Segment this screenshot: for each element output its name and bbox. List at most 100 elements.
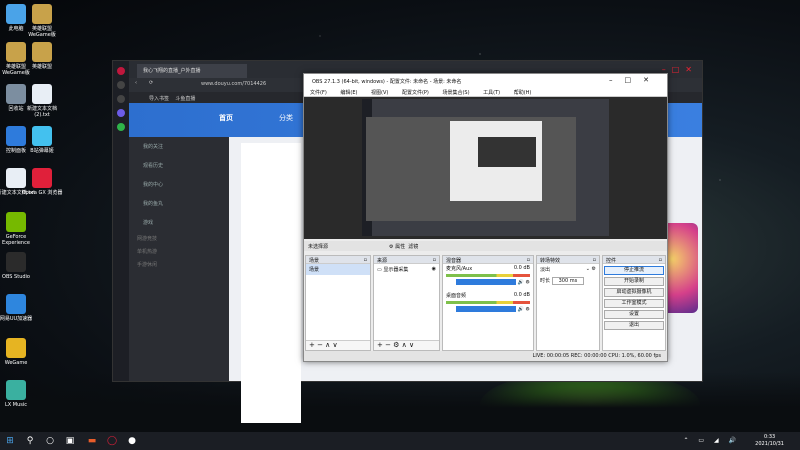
sources-toolbar[interactable]: + − ⚙ ∧ ∨ bbox=[374, 340, 439, 350]
gear-icon: ⚙ bbox=[389, 244, 394, 250]
bookmark-item[interactable]: 斗鱼直播 bbox=[175, 96, 195, 102]
obs-preview[interactable] bbox=[304, 97, 667, 239]
address-bar[interactable]: www.douyu.com/7014426 bbox=[201, 81, 266, 87]
desktop-icon[interactable]: Opera GX 浏览器 bbox=[20, 168, 64, 196]
search-icon[interactable]: ⚲ bbox=[24, 435, 36, 447]
start-recording-button[interactable]: 开始录制 bbox=[604, 277, 664, 286]
menu-profile[interactable]: 配置文件(P) bbox=[402, 90, 429, 96]
site-nav-home[interactable]: 首页 bbox=[219, 113, 233, 123]
audio-meter bbox=[446, 300, 530, 304]
taskbar: ⊞ ⚲ ○ ▣ ▬ ◯ ● ⌃ ▭ ◢ 🔊 0:33 2021/10/31 bbox=[0, 432, 800, 450]
desktop-icon-label: WeGame bbox=[4, 360, 28, 366]
side-section: 网游竞技 bbox=[137, 236, 158, 242]
menu-tools[interactable]: 工具(T) bbox=[483, 90, 500, 96]
side-item[interactable]: 我的关注 bbox=[129, 137, 229, 156]
transitions-dock: 转场特效 ▫ 淡出 ⌄ ⚙ 时长 300 ms bbox=[536, 255, 600, 351]
desktop-icon[interactable]: 英雄联盟 WeGame版 bbox=[20, 4, 64, 38]
mixer-header: 混音器 bbox=[446, 258, 462, 264]
menu-view[interactable]: 视图(V) bbox=[371, 90, 388, 96]
controls-header: 控件 bbox=[606, 258, 617, 264]
app-icon bbox=[6, 338, 26, 358]
desktop-icon[interactable]: B站弹幕姬 bbox=[20, 126, 64, 154]
reload-icon[interactable]: ⟳ bbox=[149, 80, 153, 86]
bookmark-item[interactable]: 导入书签 bbox=[149, 96, 169, 102]
obs-taskbar-icon[interactable]: ● bbox=[126, 435, 138, 447]
obs-window-controls[interactable]: –□✕ bbox=[609, 76, 661, 84]
douyu-content bbox=[241, 143, 301, 423]
source-item[interactable]: ▭ 显示器采集 ◉ bbox=[374, 264, 439, 275]
browser-tab[interactable]: 我心飞翔的直播_户外直播 bbox=[137, 64, 247, 78]
app-icon bbox=[32, 168, 52, 188]
app-icon bbox=[32, 126, 52, 146]
desktop-icon[interactable]: LX Music bbox=[0, 380, 38, 408]
sources-header: 来源 bbox=[377, 258, 388, 264]
desktop-icon[interactable]: GeForce Experience bbox=[0, 212, 38, 246]
exit-button[interactable]: 退出 bbox=[604, 321, 664, 330]
desktop-icon[interactable]: 新建文本文档 (2).txt bbox=[20, 84, 64, 118]
desktop-icon[interactable]: 网易UU加速器 bbox=[0, 294, 38, 322]
back-icon[interactable]: ‹ bbox=[135, 80, 137, 86]
opera-gx-taskbar-icon[interactable]: ◯ bbox=[106, 435, 118, 447]
transition-select[interactable]: 淡出 ⌄ ⚙ bbox=[537, 264, 599, 275]
desktop-icon-label: B站弹幕姬 bbox=[30, 148, 54, 154]
dock-close-icon[interactable]: ▫ bbox=[593, 257, 596, 263]
mixer-controls[interactable]: 🔊 ⚙ bbox=[443, 278, 533, 287]
system-tray[interactable]: ⌃ ▭ ◢ 🔊 bbox=[683, 437, 740, 444]
obs-window: OBS 27.1.3 (64-bit, windows) - 配置文件: 未命名… bbox=[303, 73, 668, 362]
mixer-controls[interactable]: 🔊 ⚙ bbox=[443, 305, 533, 314]
obs-titlebar: OBS 27.1.3 (64-bit, windows) - 配置文件: 未命名… bbox=[304, 74, 667, 88]
scenes-toolbar[interactable]: + − ∧ ∨ bbox=[306, 340, 370, 350]
desktop-icon[interactable]: 英雄联盟 bbox=[20, 42, 64, 70]
menu-edit[interactable]: 编辑(E) bbox=[340, 90, 357, 96]
browser-sidebar bbox=[113, 61, 129, 381]
task-view-icon[interactable]: ○ bbox=[44, 435, 56, 447]
desktop-icon-label: 网易UU加速器 bbox=[0, 316, 33, 322]
app-icon bbox=[32, 42, 52, 62]
sources-dock: 来源 ▫ ▭ 显示器采集 ◉ + − ⚙ ∧ ∨ bbox=[373, 255, 440, 351]
mixer-dock: 混音器 ▫ 麦克风/Aux 0.0 dB 🔊 ⚙ 桌面音频 0.0 dB 🔊 ⚙ bbox=[442, 255, 534, 351]
dock-close-icon[interactable]: ▫ bbox=[659, 257, 662, 263]
studio-mode-button[interactable]: 工作室模式 bbox=[604, 299, 664, 308]
side-item[interactable]: 我的中心 bbox=[129, 175, 229, 194]
audio-meter bbox=[446, 274, 530, 277]
menu-scene-collection[interactable]: 场景集合(S) bbox=[442, 90, 469, 96]
side-item[interactable]: 游戏 bbox=[129, 213, 229, 232]
filters-button[interactable]: 滤镜 bbox=[408, 244, 418, 250]
multitask-icon[interactable]: ▣ bbox=[64, 435, 76, 447]
desktop-icon-label: LX Music bbox=[4, 402, 28, 408]
stop-streaming-button[interactable]: 停止推流 bbox=[604, 266, 664, 275]
desktop-icon-label: Opera GX 浏览器 bbox=[21, 190, 63, 196]
scene-item[interactable]: 场景 bbox=[306, 264, 370, 275]
start-icon[interactable]: ⊞ bbox=[4, 435, 16, 447]
side-item[interactable]: 观看历史 bbox=[129, 156, 229, 175]
transitions-header: 转场特效 bbox=[540, 258, 561, 264]
scenes-header: 场景 bbox=[309, 258, 320, 264]
mixer-channel: 桌面音频 0.0 dB bbox=[446, 291, 530, 299]
eye-icon[interactable]: ◉ bbox=[432, 266, 436, 272]
virtual-camera-button[interactable]: 启动虚拟摄像机 bbox=[604, 288, 664, 297]
obs-statusbar: LIVE: 00:00:05 REC: 00:00:00 CPU: 1.0%, … bbox=[304, 351, 667, 361]
dock-close-icon[interactable]: ▫ bbox=[364, 257, 367, 263]
side-item[interactable]: 我的鱼丸 bbox=[129, 194, 229, 213]
menu-help[interactable]: 帮助(H) bbox=[514, 90, 532, 96]
settings-button[interactable]: 设置 bbox=[604, 310, 664, 319]
clock[interactable]: 0:33 2021/10/31 bbox=[755, 434, 784, 448]
dock-close-icon[interactable]: ▫ bbox=[433, 257, 436, 263]
dock-close-icon[interactable]: ▫ bbox=[527, 257, 530, 263]
app-icon bbox=[6, 212, 26, 232]
site-nav-category[interactable]: 分类 bbox=[279, 113, 293, 123]
desktop-icon-label: 英雄联盟 WeGame版 bbox=[28, 26, 56, 38]
duration-field[interactable]: 时长 300 ms bbox=[537, 275, 599, 286]
properties-button[interactable]: 属性 bbox=[395, 244, 405, 250]
desktop-icon[interactable]: OBS Studio bbox=[0, 252, 38, 280]
desktop-icon-label: OBS Studio bbox=[2, 274, 30, 280]
desktop-icon-label: 英雄联盟 bbox=[31, 64, 52, 70]
preview-canvas bbox=[362, 99, 609, 236]
file-explorer-icon[interactable]: ▬ bbox=[86, 435, 98, 447]
scenes-dock: 场景 ▫ 场景 + − ∧ ∨ bbox=[305, 255, 371, 351]
desktop-icon[interactable]: WeGame bbox=[0, 338, 38, 366]
obs-menubar: 文件(F) 编辑(E) 视图(V) 配置文件(P) 场景集合(S) 工具(T) … bbox=[304, 88, 667, 97]
menu-file[interactable]: 文件(F) bbox=[310, 90, 327, 96]
no-source-label: 未选择源 bbox=[308, 244, 329, 250]
desktop-icon-label: GeForce Experience bbox=[2, 234, 30, 246]
